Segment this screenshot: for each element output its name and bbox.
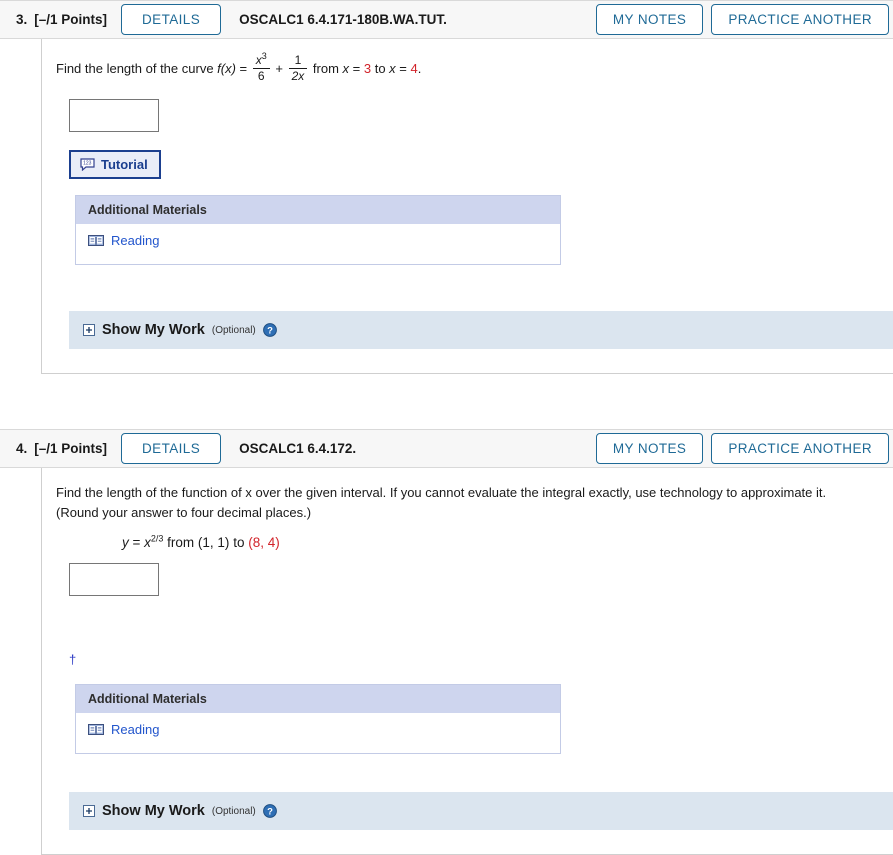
question-block-3: 3. [–/1 Points] DETAILS OSCALC1 6.4.171-… [0, 0, 893, 375]
answer-field-wrapper-4 [56, 550, 893, 597]
reading-link[interactable]: Reading [88, 233, 159, 248]
additional-materials-header: Additional Materials [76, 685, 560, 714]
details-button[interactable]: DETAILS [121, 432, 222, 465]
question-title: OSCALC1 6.4.171-180B.WA.TUT. [239, 12, 447, 27]
equation-point-2: (8, 4) [248, 535, 280, 551]
show-my-work-label: Show My Work [102, 803, 205, 820]
fraction-denominator: 6 [252, 67, 270, 83]
question-block-4: 4. [–/1 Points] DETAILS OSCALC1 6.4.172.… [0, 429, 893, 855]
show-my-work-bar-4[interactable]: Show My Work (Optional) ? [69, 792, 893, 831]
additional-materials-header: Additional Materials [76, 196, 560, 225]
question-points: [–/1 Points] [34, 441, 108, 457]
prompt-to: to [371, 60, 390, 76]
plus-box-expand-icon[interactable] [83, 324, 95, 337]
equation-equals: = [128, 535, 145, 551]
tutorial-speech-bubble-icon: 123 [80, 158, 95, 172]
prompt-lower-bound: 3 [363, 60, 372, 76]
equation-from: from [163, 535, 198, 551]
show-my-work-optional-label: (Optional) [211, 324, 256, 336]
reading-link-label: Reading [111, 722, 160, 738]
reading-link-label: Reading [111, 233, 160, 249]
additional-materials-panel-4: Additional Materials Reading [75, 684, 561, 755]
fraction-denominator: 2x [288, 67, 308, 83]
question-body-3: Find the length of the curve f(x) = x3 6 … [41, 39, 893, 375]
answer-input-3[interactable] [69, 99, 159, 133]
svg-text:?: ? [267, 807, 273, 818]
open-book-icon [88, 234, 104, 247]
practice-another-button[interactable]: PRACTICE ANOTHER [711, 432, 889, 465]
fraction-numerator: 1 [294, 53, 302, 67]
fraction-x-cubed-over-6: x3 6 [252, 51, 270, 83]
prompt-equals: = [235, 60, 251, 76]
question-body-4: Find the length of the function of x ove… [41, 468, 893, 855]
question-header-4: 4. [–/1 Points] DETAILS OSCALC1 6.4.172.… [0, 429, 893, 469]
show-my-work-label: Show My Work [102, 322, 205, 339]
question-mark-help-icon[interactable]: ? [262, 323, 277, 338]
fraction-numerator: x3 [253, 51, 270, 68]
question-prompt-3: Find the length of the curve f(x) = x3 6 … [56, 39, 893, 82]
prompt-from: from [309, 60, 343, 76]
fraction-1-over-2x: 1 2x [288, 53, 308, 83]
question-header-3: 3. [–/1 Points] DETAILS OSCALC1 6.4.171-… [0, 0, 893, 39]
equation-exponent: 2/3 [150, 533, 164, 544]
dagger-footnote-marker: † [69, 652, 77, 668]
numerator-exponent: 3 [261, 51, 267, 61]
prompt-line-2: (Round your answer to four decimal place… [56, 505, 312, 521]
question-mark-help-icon[interactable]: ? [262, 804, 277, 819]
prompt-equals-1: = [349, 60, 364, 76]
answer-input-4[interactable] [69, 563, 159, 597]
question-equation-4: y = x2/3 from (1, 1) to (8, 4) [56, 523, 893, 550]
my-notes-button[interactable]: MY NOTES [595, 3, 704, 36]
question-points: [–/1 Points] [34, 12, 108, 27]
equation-to: to [229, 535, 249, 551]
equation-y: y [122, 535, 129, 551]
prompt-plus: + [271, 60, 287, 76]
equation-point-1: (1, 1) [197, 535, 230, 551]
open-book-icon [88, 723, 104, 736]
prompt-period: . [417, 60, 422, 76]
question-prompt-4: Find the length of the function of x ove… [56, 468, 881, 523]
svg-text:?: ? [267, 326, 273, 337]
my-notes-button[interactable]: MY NOTES [595, 432, 704, 465]
plus-box-expand-icon[interactable] [83, 805, 95, 818]
question-gap [0, 374, 893, 430]
show-my-work-bar-3[interactable]: Show My Work (Optional) ? [69, 311, 893, 350]
details-button[interactable]: DETAILS [121, 3, 222, 36]
prompt-lead: Find the length of the curve [56, 60, 218, 76]
tutorial-button-label: Tutorial [101, 157, 148, 173]
additional-materials-panel-3: Additional Materials Reading [75, 195, 561, 266]
prompt-function: f(x) [217, 60, 236, 76]
additional-materials-body: Reading [76, 713, 560, 754]
reading-link[interactable]: Reading [88, 722, 159, 737]
practice-another-button[interactable]: PRACTICE ANOTHER [711, 3, 889, 36]
question-number: 3. [16, 12, 28, 27]
prompt-upper-bound: 4 [410, 60, 418, 76]
additional-materials-body: Reading [76, 224, 560, 265]
answer-field-wrapper-3 [56, 82, 893, 133]
tutorial-button[interactable]: 123 Tutorial [69, 150, 161, 180]
prompt-line-1: Find the length of the function of x ove… [56, 485, 827, 501]
prompt-equals-2: = [395, 60, 411, 76]
svg-text:123: 123 [83, 161, 92, 167]
equation-base: x [144, 535, 151, 551]
show-my-work-optional-label: (Optional) [211, 805, 256, 817]
question-number: 4. [16, 441, 28, 457]
question-title: OSCALC1 6.4.172. [239, 441, 357, 457]
